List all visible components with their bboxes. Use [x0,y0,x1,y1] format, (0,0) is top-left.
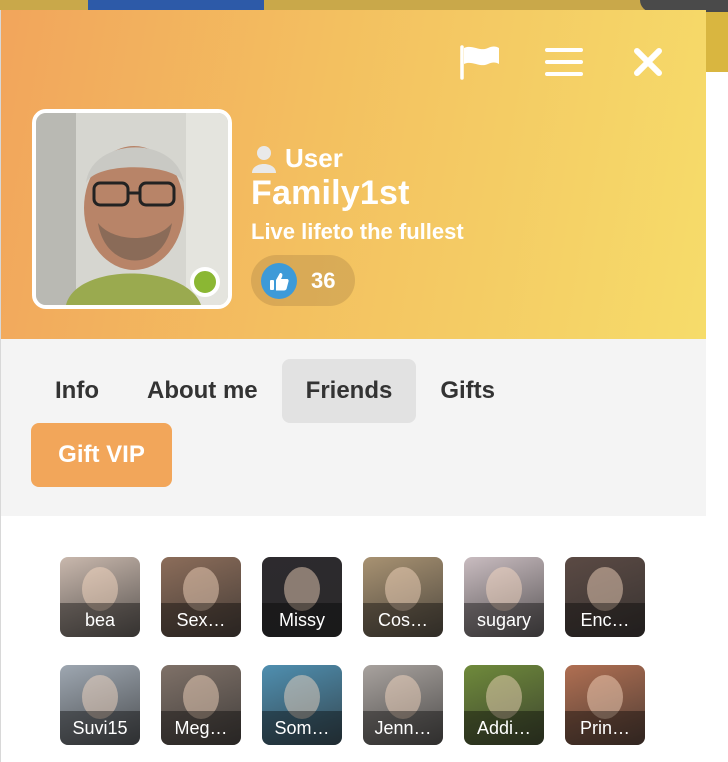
friends-grid: bea Sex… Missy Cos… sugary Enc… Suvi15 Meg… Som…… [60,557,645,745]
menu-icon[interactable] [542,42,586,82]
tabs-area: Info About me Friends Gifts Gift VIP [1,339,706,516]
friend-name: Jenn… [363,711,443,745]
friend-name: bea [60,603,140,637]
friend-tile[interactable]: Jenn… [363,665,443,745]
gift-vip-button[interactable]: Gift VIP [31,423,172,487]
thumbs-up-icon [261,262,297,299]
user-icon [252,145,276,173]
username: Family1st [251,174,410,212]
friend-tile[interactable]: Missy [262,557,342,637]
friend-name: Cos… [363,603,443,637]
friend-tile[interactable]: Cos… [363,557,443,637]
tab-info[interactable]: Info [31,359,123,423]
header-actions [458,42,670,82]
background-edge [706,12,728,72]
friend-name: Addi… [464,711,544,745]
user-role-label: User [285,143,343,173]
friend-tile[interactable]: Sex… [161,557,241,637]
friend-name: Missy [262,603,342,637]
user-info: User Family1st Live lifeto the fullest 3… [251,143,464,306]
user-role: User [251,143,464,174]
likes-count: 36 [311,267,336,293]
profile-header: User Family1st Live lifeto the fullest 3… [1,10,706,339]
friend-tile[interactable]: Prin… [565,665,645,745]
profile-avatar[interactable] [32,109,232,309]
tab-gifts[interactable]: Gifts [416,359,519,423]
friend-name: Sex… [161,603,241,637]
tab-friends[interactable]: Friends [281,359,417,423]
close-icon[interactable] [626,42,670,82]
friend-tile[interactable]: Som… [262,665,342,745]
friend-tile[interactable]: Suvi15 [60,665,140,745]
friend-tile[interactable]: sugary [464,557,544,637]
friend-name: Meg… [161,711,241,745]
user-tagline: Live lifeto the fullest [251,219,464,244]
friend-name: Suvi15 [60,711,140,745]
online-status-indicator [190,267,220,297]
flag-icon[interactable] [458,42,502,82]
friend-name: sugary [464,603,544,637]
friend-tile[interactable]: Meg… [161,665,241,745]
friend-tile[interactable]: Addi… [464,665,544,745]
profile-tabs: Info About me Friends Gifts [31,359,676,423]
friend-tile[interactable]: bea [60,557,140,637]
background-edge [706,72,728,762]
likes-badge[interactable]: 36 [251,255,356,306]
friend-name: Som… [262,711,342,745]
friend-name: Prin… [565,711,645,745]
tab-about-me[interactable]: About me [123,359,282,423]
friend-name: Enc… [565,603,645,637]
friend-tile[interactable]: Enc… [565,557,645,637]
